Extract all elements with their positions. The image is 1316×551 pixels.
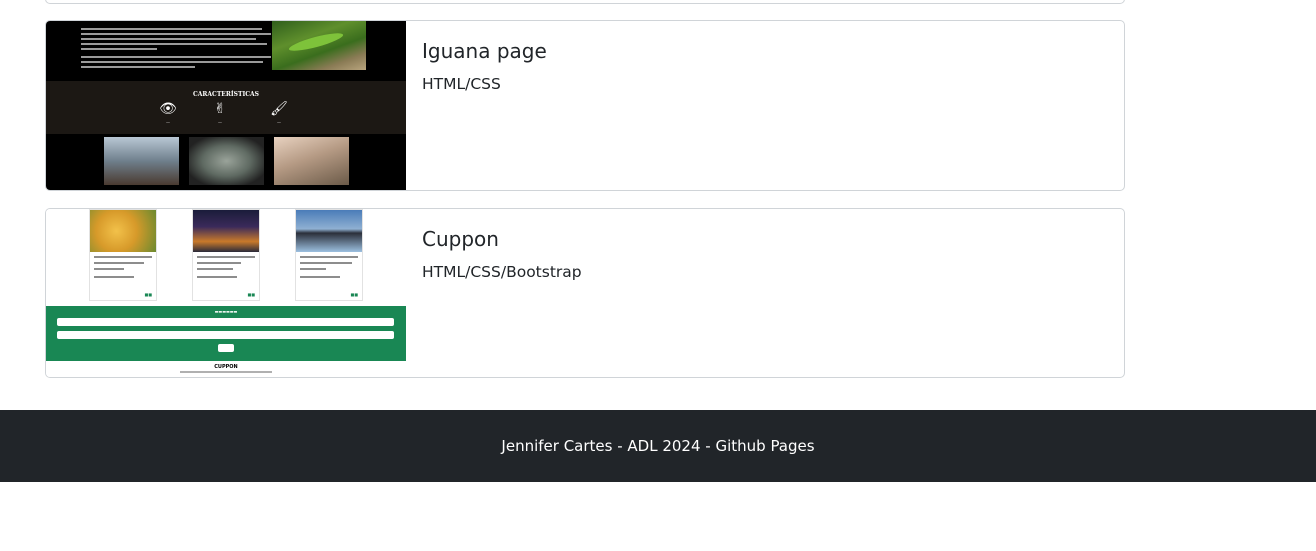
cuppon-page-screenshot: ■■ ■■ ■■ ▬▬▬▬▬▬ CUPPON [46, 209, 406, 377]
features-band: CARACTERÍSTICAS 👁 — ✌ — 🖌 — [46, 81, 406, 134]
card-body: Cuppon HTML/CSS/Bootstrap [422, 225, 582, 283]
project-title[interactable]: Iguana page [422, 37, 547, 65]
iguana-photo [272, 21, 366, 70]
project-tech: HTML/CSS [422, 75, 501, 93]
name-field [57, 318, 394, 326]
features-heading: CARACTERÍSTICAS [192, 91, 260, 98]
screenshot-text-block [81, 25, 271, 68]
hand-icon: ✌ — [214, 101, 226, 125]
gallery-image-3 [274, 137, 349, 185]
cuppon-brand: CUPPON [214, 364, 238, 370]
offer-card-3: ■■ [295, 209, 363, 301]
iguana-page-screenshot: CARACTERÍSTICAS 👁 — ✌ — 🖌 — [46, 21, 406, 190]
send-button [218, 344, 234, 352]
previous-project-card [45, 0, 1125, 4]
card-body: Iguana page HTML/CSS [422, 37, 547, 95]
project-title[interactable]: Cuppon [422, 225, 582, 253]
eye-icon: 👁 — [159, 101, 177, 125]
email-field [57, 331, 394, 339]
site-footer: Jennifer Cartes - ADL 2024 - Github Page… [0, 410, 1316, 482]
offer-card-1: ■■ [89, 209, 157, 301]
offer-card-2: ■■ [192, 209, 260, 301]
subscribe-band: ▬▬▬▬▬▬ [46, 306, 406, 361]
gallery-image-1 [104, 137, 179, 185]
project-card-cuppon[interactable]: ■■ ■■ ■■ ▬▬▬▬▬▬ CUPPON Cuppon HTML/CSS/B… [45, 208, 1125, 378]
project-card-iguana[interactable]: CARACTERÍSTICAS 👁 — ✌ — 🖌 — Iguana page HTM… [45, 20, 1125, 191]
project-tech: HTML/CSS/Bootstrap [422, 263, 582, 281]
footer-text: Jennifer Cartes - ADL 2024 - Github Page… [501, 437, 815, 455]
gallery-image-2 [189, 137, 264, 185]
brush-icon: 🖌 — [270, 101, 288, 125]
